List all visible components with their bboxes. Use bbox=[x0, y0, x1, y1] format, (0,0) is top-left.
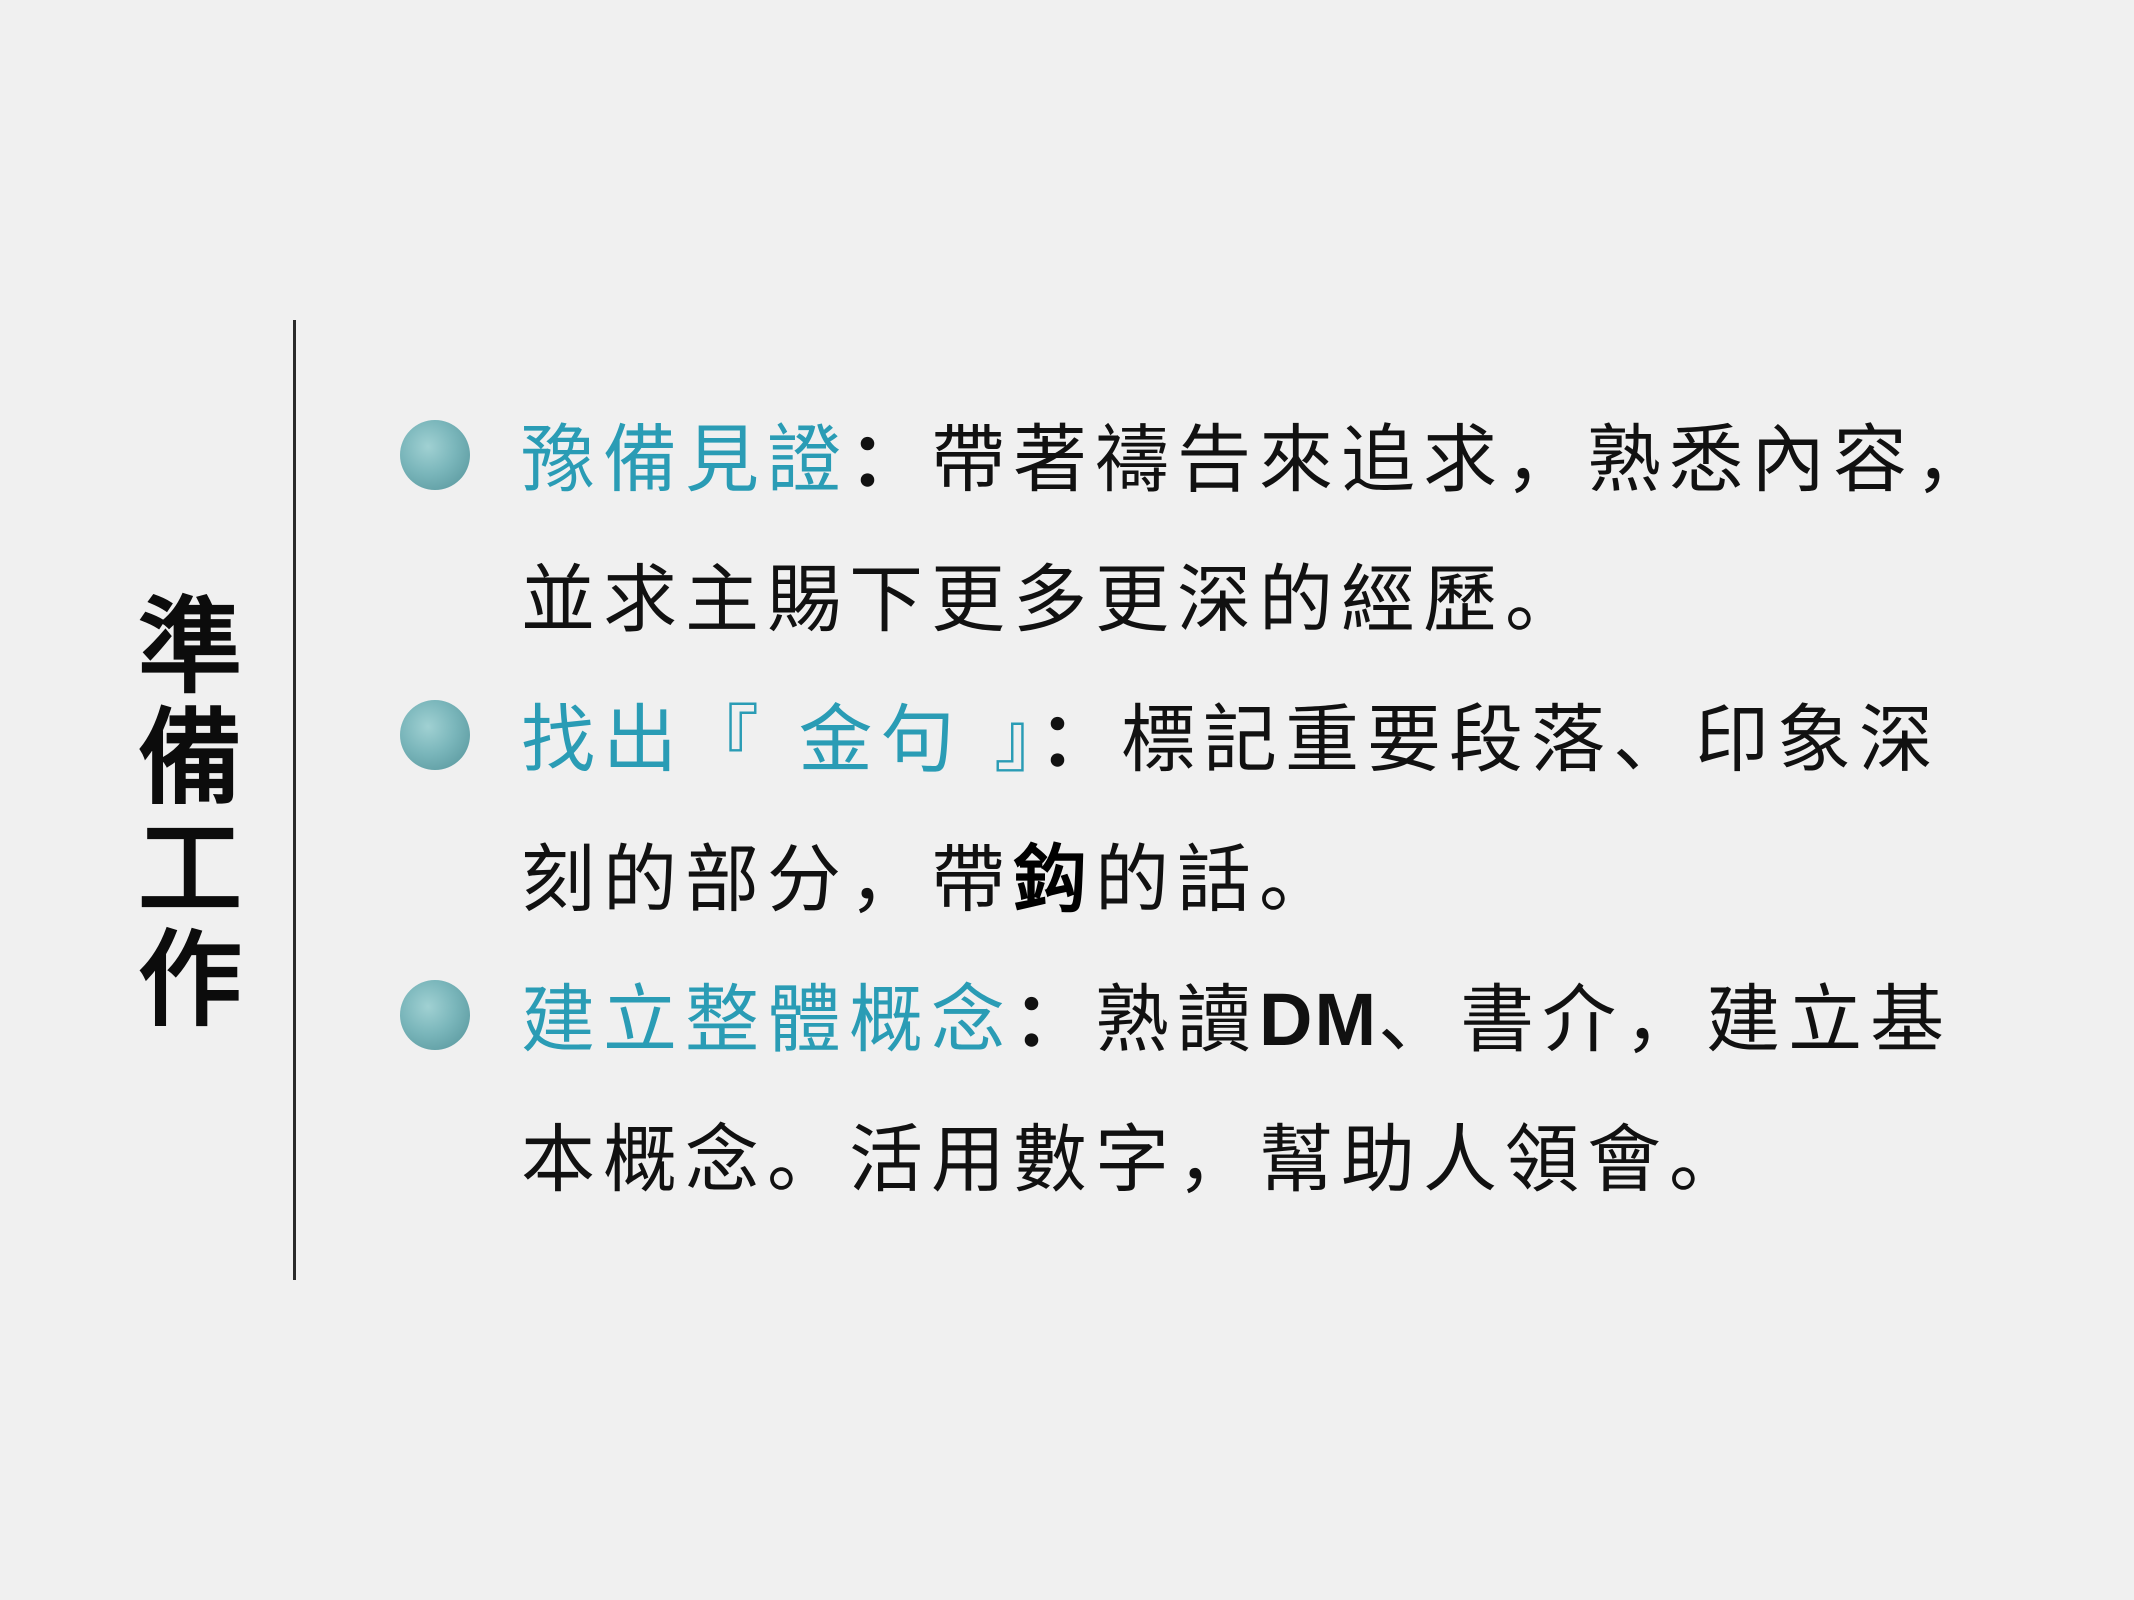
title-char-1: 準 bbox=[138, 586, 243, 708]
title-char-2: 備 bbox=[138, 697, 243, 819]
bullet-heading: 豫備見證 bbox=[521, 417, 849, 503]
bullet-emphasis: 鈎 bbox=[1013, 837, 1095, 923]
bullet-dot-icon bbox=[400, 700, 470, 770]
bullet-dot-icon bbox=[400, 420, 470, 490]
bullet-list: 豫備見證：帶著禱告來追求，熟悉內容，並求主賜下更多更深的經歷。 找出『 金句 』… bbox=[400, 390, 2020, 1230]
bullet-heading: 建立整體概念 bbox=[521, 977, 1013, 1063]
bullet-text: 建立整體概念：熟讀DM、書介，建立基本概念。活用數字，幫助人領會。 bbox=[521, 950, 2020, 1230]
slide-title: 準 備 工 作 bbox=[138, 586, 243, 1041]
bullet-heading: 找出『 金句 』 bbox=[521, 697, 1040, 783]
bullet-body-end: 的話。 bbox=[1095, 837, 1341, 923]
title-char-3: 工 bbox=[138, 808, 243, 930]
bullet-colon: ： bbox=[849, 417, 931, 503]
title-char-4: 作 bbox=[138, 919, 243, 1041]
bullet-text: 找出『 金句 』：標記重要段落、印象深刻的部分，帶鈎的話。 bbox=[521, 670, 2020, 950]
bullet-latin-term: DM bbox=[1259, 978, 1379, 1061]
bullet-item-overall-concept: 建立整體概念：熟讀DM、書介，建立基本概念。活用數字，幫助人領會。 bbox=[400, 950, 2020, 1230]
vertical-divider bbox=[293, 320, 296, 1280]
bullet-body-start: 熟讀 bbox=[1095, 977, 1259, 1063]
bullet-item-preparation: 豫備見證：帶著禱告來追求，熟悉內容，並求主賜下更多更深的經歷。 bbox=[400, 390, 2020, 670]
bullet-colon: ： bbox=[1039, 697, 1122, 783]
bullet-colon: ： bbox=[1013, 977, 1095, 1063]
bullet-dot-icon bbox=[400, 980, 470, 1050]
bullet-text: 豫備見證：帶著禱告來追求，熟悉內容，並求主賜下更多更深的經歷。 bbox=[521, 390, 2020, 670]
bullet-item-key-verses: 找出『 金句 』：標記重要段落、印象深刻的部分，帶鈎的話。 bbox=[400, 670, 2020, 950]
